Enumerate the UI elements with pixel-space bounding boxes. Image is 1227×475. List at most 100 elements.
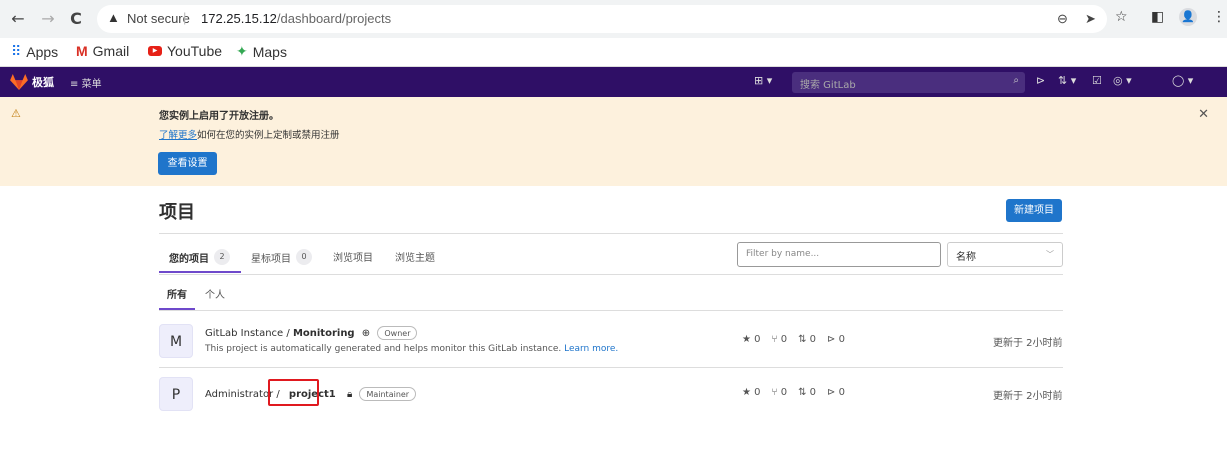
tab-label: 您的项目 — [169, 253, 209, 265]
updated-time: 更新于 2小时前 — [993, 338, 1063, 349]
bookmark-label: Apps — [26, 43, 59, 60]
project-avatar[interactable]: P — [159, 377, 193, 411]
send-icon[interactable]: ➤ — [1085, 11, 1096, 27]
merge-requests-icon[interactable]: ⇅ ▾ — [1058, 74, 1076, 87]
project-avatar[interactable]: M — [159, 324, 193, 358]
project-name[interactable]: Monitoring — [293, 328, 355, 339]
gitlab-brand[interactable]: 极狐 — [32, 74, 54, 90]
page-title: 项目 — [159, 202, 195, 223]
mrs-count: 0 — [809, 334, 817, 345]
alert-title: 您实例上启用了开放注册。 — [159, 111, 279, 122]
merge-request-icon: ⇅ — [798, 334, 807, 345]
bookmark-apps[interactable]: ⠿ Apps — [11, 43, 58, 60]
search-placeholder: 搜索 GitLab — [800, 80, 856, 91]
security-label[interactable]: Not secure — [127, 11, 190, 26]
star-icon[interactable]: ☆ — [1115, 9, 1128, 25]
role-badge: Owner — [377, 326, 418, 340]
close-icon[interactable]: ✕ — [1198, 107, 1209, 122]
warning-icon: ▲ — [107, 10, 120, 25]
divider — [159, 310, 1063, 311]
apps-grid-icon: ⠿ — [11, 43, 22, 59]
subtab-all[interactable]: 所有 — [167, 286, 187, 301]
bookmark-maps[interactable]: ✦ Maps — [236, 43, 287, 60]
address-separator: | — [183, 10, 187, 25]
mrs-count: 0 — [809, 387, 817, 398]
tab-count: 2 — [214, 249, 230, 265]
url-path: /dashboard/projects — [276, 11, 392, 26]
address-bar[interactable]: ▲ Not secure | 172.25.15.12/dashboard/pr… — [97, 5, 1107, 33]
project-stats: ★ 0 ⑂ 0 ⇅ 0 ⊳ 0 — [742, 334, 845, 345]
merge-request-icon: ⇅ — [798, 387, 807, 398]
filter-input[interactable]: Filter by name... — [737, 242, 941, 267]
user-avatar-icon[interactable]: ◯ ▾ — [1172, 74, 1193, 87]
reload-icon[interactable]: C — [66, 9, 86, 29]
learn-more-link[interactable]: Learn more. — [564, 344, 618, 354]
chevron-down-icon: ﹀ — [1046, 250, 1054, 259]
forks-stat[interactable]: ⑂ 0 — [772, 334, 788, 345]
url-text[interactable]: 172.25.15.12/dashboard/projects — [201, 11, 391, 26]
gitlab-navbar: 极狐 ≡ 菜单 ⊞ ▾ 搜索 GitLab ⌕ ⊳ ⇅ ▾ ☑ ◎ ▾ ◯ ▾ — [0, 67, 1227, 97]
registration-alert: ⚠ 您实例上启用了开放注册。 了解更多如何在您的实例上定制或禁用注册 查看设置 … — [0, 97, 1227, 186]
issues-icon: ⊳ — [827, 334, 836, 345]
bookmark-youtube[interactable]: ▶ YouTube — [148, 43, 222, 59]
alert-body: 了解更多如何在您的实例上定制或禁用注册 — [159, 127, 340, 141]
tab-starred-projects[interactable]: 星标项目 0 — [251, 249, 312, 265]
view-settings-button[interactable]: 查看设置 — [158, 152, 217, 175]
forward-icon[interactable]: → — [38, 9, 58, 29]
sidepanel-icon[interactable]: ◧ — [1151, 9, 1164, 25]
youtube-icon: ▶ — [148, 46, 162, 56]
tab-explore-projects[interactable]: 浏览项目 — [333, 249, 373, 264]
active-tab-indicator — [159, 271, 241, 273]
tab-label: 浏览项目 — [333, 253, 373, 264]
forks-count: 0 — [780, 334, 788, 345]
zoom-icon[interactable]: ⊖ — [1057, 11, 1068, 27]
issues-icon[interactable]: ⊳ — [1036, 74, 1045, 87]
help-icon[interactable]: ◎ ▾ — [1113, 74, 1132, 87]
divider — [159, 233, 1063, 234]
tab-explore-topics[interactable]: 浏览主题 — [395, 249, 435, 264]
menu-label: 菜单 — [81, 79, 102, 90]
stars-count: 0 — [754, 387, 761, 398]
issues-stat[interactable]: ⊳ 0 — [827, 334, 845, 345]
star-icon: ★ — [742, 387, 751, 398]
learn-more-link[interactable]: 了解更多 — [159, 130, 197, 141]
browser-toolbar: ← → C ▲ Not secure | 172.25.15.12/dashbo… — [0, 0, 1227, 38]
subtab-personal[interactable]: 个人 — [205, 286, 225, 301]
url-host: 172.25.15.12 — [201, 11, 277, 26]
bookmark-gmail[interactable]: M Gmail — [76, 43, 129, 59]
tab-your-projects[interactable]: 您的项目 2 — [169, 249, 230, 265]
hamburger-icon: ≡ — [70, 79, 79, 90]
project-namespace: GitLab Instance / — [205, 328, 293, 339]
visibility-internal-icon: ⊕ — [361, 328, 371, 339]
updated-time: 更新于 2小时前 — [993, 391, 1063, 402]
new-project-button[interactable]: 新建项目 — [1006, 199, 1062, 222]
merge-requests-stat[interactable]: ⇅ 0 — [798, 334, 816, 345]
profile-icon[interactable]: 👤 — [1179, 8, 1197, 26]
tab-count: 0 — [296, 249, 312, 265]
todo-icon[interactable]: ☑ — [1092, 74, 1102, 87]
alert-body-text: 如何在您的实例上定制或禁用注册 — [197, 130, 340, 141]
role-badge: Maintainer — [359, 387, 417, 401]
stars-stat[interactable]: ★ 0 — [742, 387, 761, 398]
fork-icon: ⑂ — [771, 387, 778, 398]
new-dropdown-icon[interactable]: ⊞ ▾ — [754, 74, 772, 87]
issues-count: 0 — [838, 334, 845, 345]
sort-dropdown[interactable]: 名称 ﹀ — [947, 242, 1063, 267]
issues-stat[interactable]: ⊳ 0 — [827, 387, 845, 398]
merge-requests-stat[interactable]: ⇅ 0 — [798, 387, 816, 398]
back-icon[interactable]: ← — [8, 9, 28, 29]
menu-button[interactable]: ≡ 菜单 — [70, 75, 102, 90]
stars-stat[interactable]: ★ 0 — [742, 334, 761, 345]
maps-icon: ✦ — [236, 43, 248, 59]
project-title[interactable]: GitLab Instance / Monitoring ⊕ Owner — [205, 326, 418, 340]
tab-label: 浏览主题 — [395, 253, 435, 264]
bookmark-label: Gmail — [92, 43, 130, 59]
forks-stat[interactable]: ⑂ 0 — [772, 387, 788, 398]
gitlab-logo-icon[interactable] — [10, 74, 28, 90]
star-icon: ★ — [742, 334, 751, 345]
search-icon: ⌕ — [1013, 75, 1019, 86]
gmail-icon: M — [76, 43, 88, 59]
description-text: This project is automatically generated … — [205, 344, 562, 354]
gitlab-search-input[interactable]: 搜索 GitLab ⌕ — [792, 72, 1025, 93]
kebab-menu-icon[interactable]: ⋮ — [1212, 9, 1226, 25]
